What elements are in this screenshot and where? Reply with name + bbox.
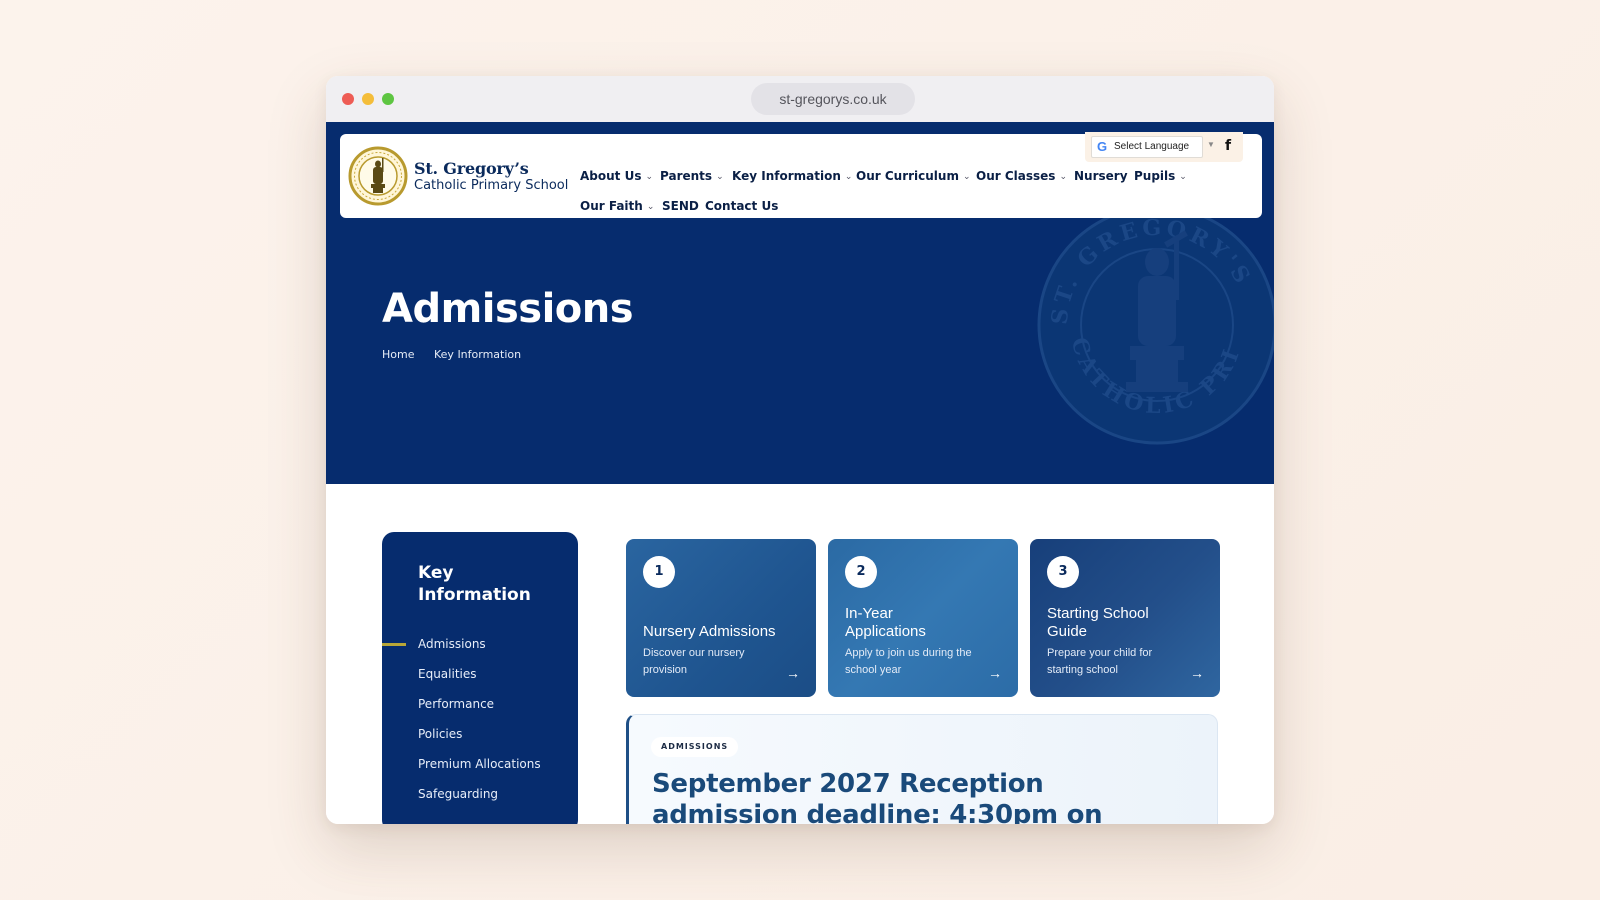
school-name[interactable]: St. Gregory’s xyxy=(414,159,529,178)
nav-send[interactable]: SEND xyxy=(662,199,699,213)
nav-contact-us[interactable]: Contact Us xyxy=(705,199,778,213)
card-description: Prepare your child for starting school xyxy=(1047,647,1153,676)
school-logo-icon[interactable] xyxy=(348,146,408,206)
browser-window: st-gregorys.co.uk ST. GREGORY'S CATHOLIC… xyxy=(326,76,1274,824)
sidebar-key-information: Key Information Admissions Equalities Pe… xyxy=(382,532,578,824)
nav-pupils[interactable]: Pupils ⌄ xyxy=(1134,169,1187,183)
school-seal-watermark-icon: ST. GREGORY'S CATHOLIC PRIMARY xyxy=(1032,200,1274,445)
step-number: 1 xyxy=(643,556,675,588)
breadcrumb-key-information[interactable]: Key Information xyxy=(434,348,521,361)
nav-our-faith[interactable]: Our Faith ⌄ xyxy=(580,199,654,213)
arrow-right-icon: → xyxy=(786,665,800,681)
facebook-icon[interactable]: f xyxy=(1225,138,1231,154)
admissions-article: ADMISSIONS September 2027 Reception admi… xyxy=(626,714,1218,824)
chevron-down-icon: ⌄ xyxy=(1059,172,1067,182)
chevron-down-icon: ⌄ xyxy=(844,172,853,182)
utility-bar: G Select Language ▼ f xyxy=(1085,132,1243,162)
hero-banner: ST. GREGORY'S CATHOLIC PRIMARY xyxy=(326,122,1274,484)
chevron-down-icon: ⌄ xyxy=(646,202,655,212)
sidebar-item-equalities[interactable]: Equalities xyxy=(418,667,477,681)
nav-our-classes[interactable]: Our Classes ⌄ xyxy=(976,169,1067,183)
nav-parents[interactable]: Parents ⌄ xyxy=(660,169,724,183)
header-navigation-card: St. Gregory’s Catholic Primary School Ab… xyxy=(340,132,1262,218)
chevron-down-icon: ⌄ xyxy=(716,172,724,182)
step-number: 3 xyxy=(1047,556,1079,588)
card-starting-school-guide[interactable]: 3 Starting School Guide Prepare your chi… xyxy=(1030,539,1220,697)
sidebar-item-performance[interactable]: Performance xyxy=(418,697,494,711)
arrow-right-icon: → xyxy=(1190,665,1204,681)
close-window-button[interactable] xyxy=(342,93,354,105)
arrow-right-icon: → xyxy=(988,665,1002,681)
sidebar-item-admissions[interactable]: Admissions xyxy=(418,637,486,651)
breadcrumb-home[interactable]: Home xyxy=(382,348,414,361)
dropdown-arrow-icon: ▼ xyxy=(1207,140,1215,149)
sidebar-item-safeguarding[interactable]: Safeguarding xyxy=(418,787,498,801)
chevron-down-icon: ⌄ xyxy=(962,172,971,182)
address-bar[interactable]: st-gregorys.co.uk xyxy=(751,83,915,115)
active-indicator xyxy=(382,643,406,646)
card-title: Nursery Admissions xyxy=(643,623,776,640)
language-select[interactable]: G Select Language xyxy=(1091,136,1203,158)
nav-about-us[interactable]: About Us ⌄ xyxy=(580,169,653,183)
sidebar-item-policies[interactable]: Policies xyxy=(418,727,462,741)
card-description: Apply to join us during the school year xyxy=(845,647,972,676)
article-title[interactable]: September 2027 Reception admission deadl… xyxy=(652,769,1192,824)
nav-nursery[interactable]: Nursery xyxy=(1074,169,1128,183)
maximize-window-button[interactable] xyxy=(382,93,394,105)
category-tag: ADMISSIONS xyxy=(651,737,739,757)
nav-key-information[interactable]: Key Information ⌄ xyxy=(732,169,852,183)
minimize-window-button[interactable] xyxy=(362,93,374,105)
sidebar-title: Key Information xyxy=(418,563,531,605)
card-title: In-Year Applications xyxy=(845,605,926,640)
chevron-down-icon: ⌄ xyxy=(645,172,654,182)
chevron-down-icon: ⌄ xyxy=(1179,172,1187,182)
step-number: 2 xyxy=(845,556,877,588)
card-description: Discover our nursery provision xyxy=(643,647,745,676)
school-subtitle: Catholic Primary School xyxy=(414,178,569,193)
card-title: Starting School Guide xyxy=(1047,605,1149,640)
card-in-year-applications[interactable]: 2 In-Year Applications Apply to join us … xyxy=(828,539,1018,697)
nav-our-curriculum[interactable]: Our Curriculum ⌄ xyxy=(856,169,971,183)
card-nursery-admissions[interactable]: 1 Nursery Admissions Discover our nurser… xyxy=(626,539,816,697)
page-title: Admissions xyxy=(382,286,634,332)
sidebar-item-premium-allocations[interactable]: Premium Allocations xyxy=(418,757,541,771)
browser-titlebar: st-gregorys.co.uk xyxy=(326,76,1274,122)
webpage: ST. GREGORY'S CATHOLIC PRIMARY xyxy=(326,122,1274,824)
google-icon: G xyxy=(1097,139,1108,154)
